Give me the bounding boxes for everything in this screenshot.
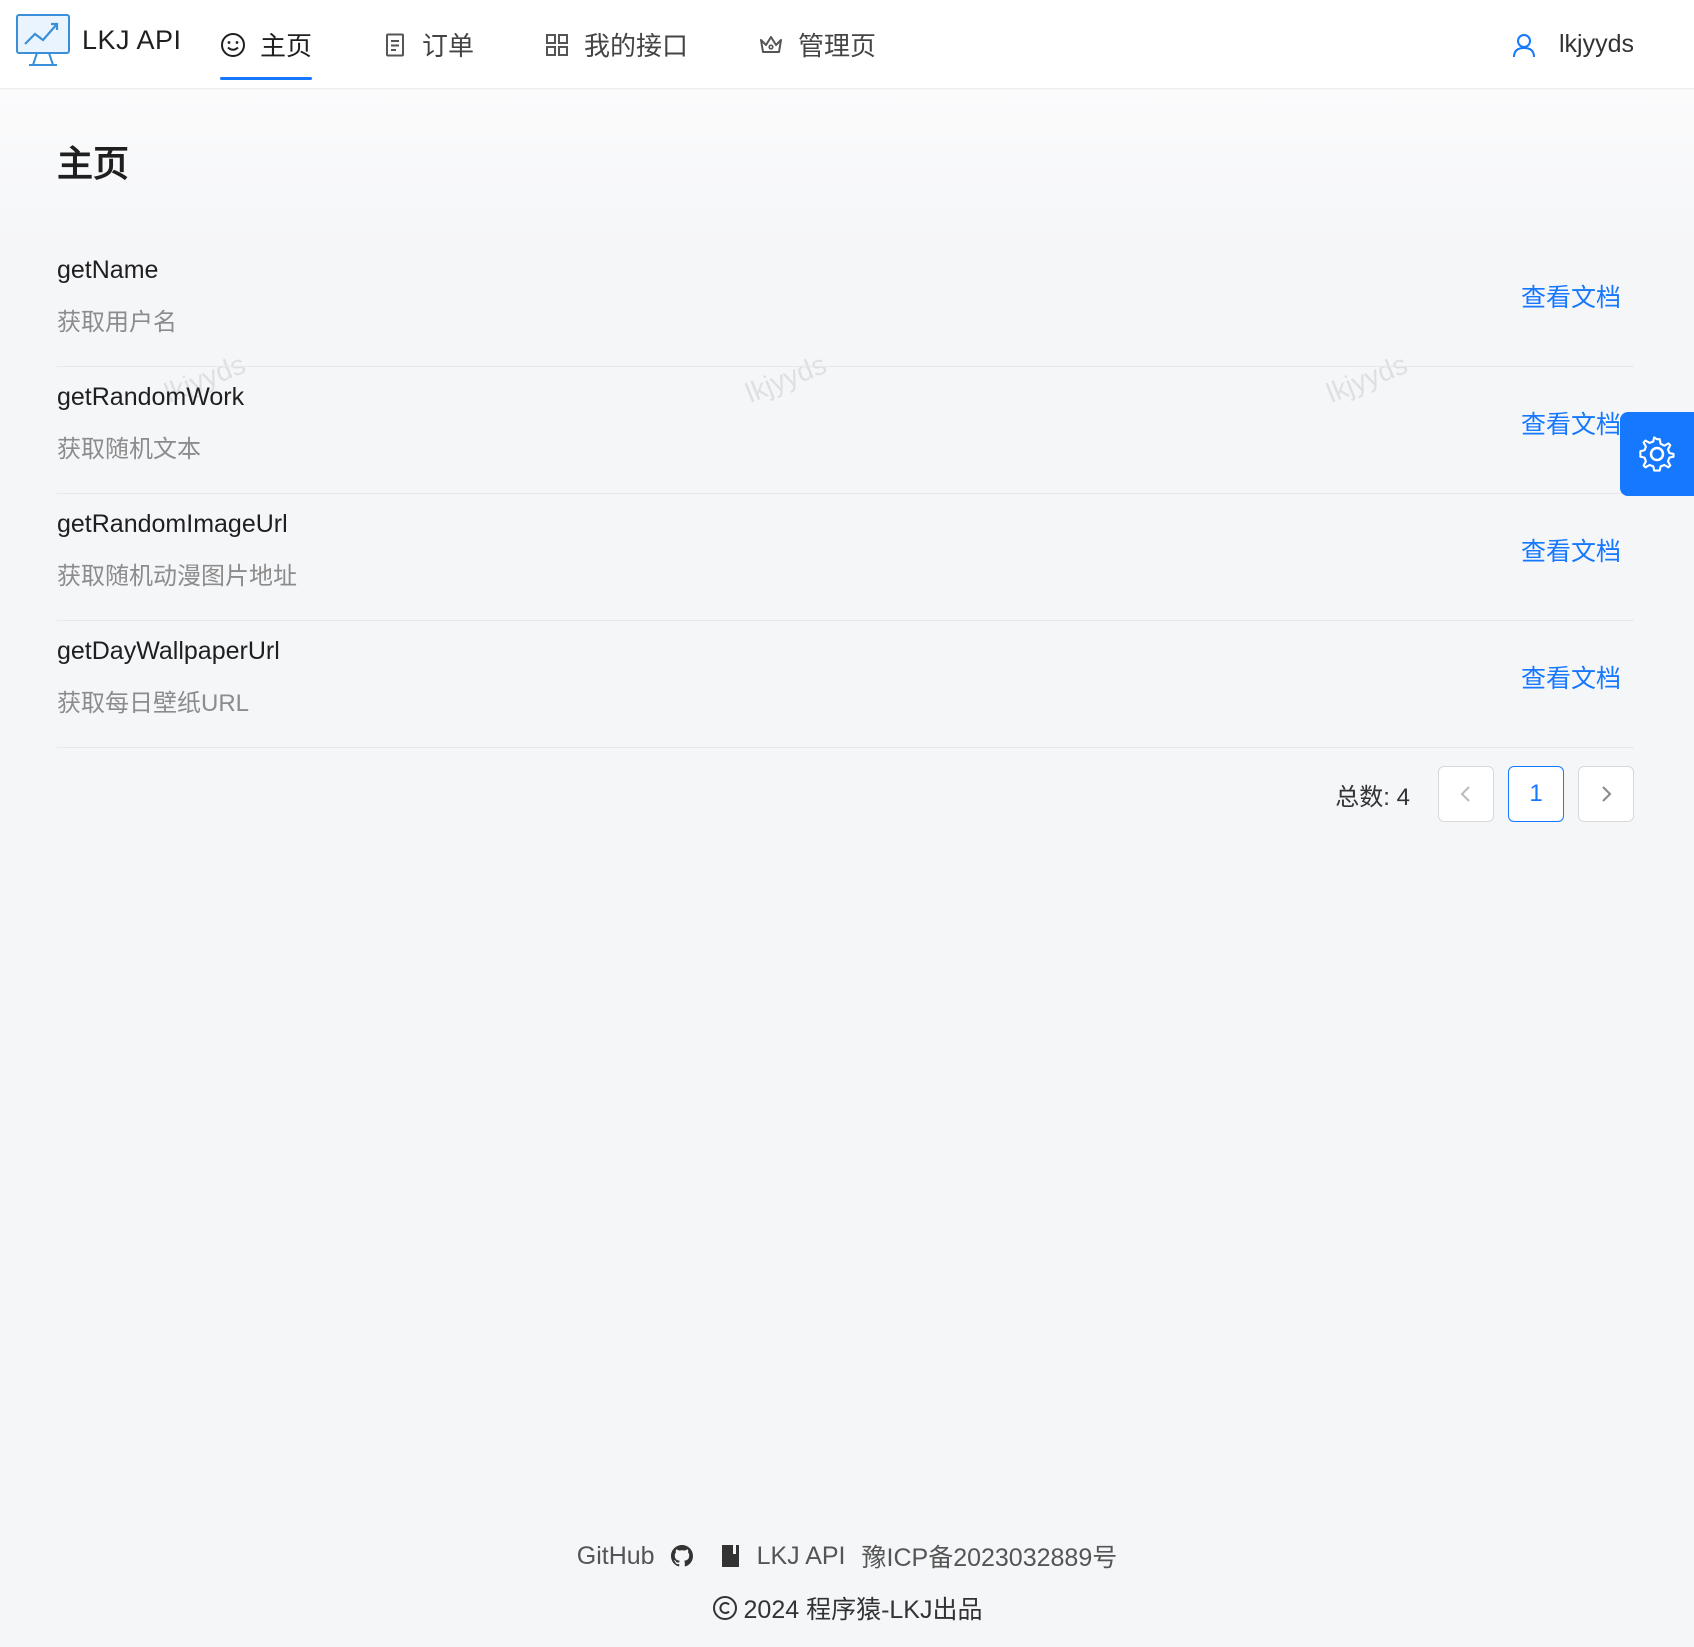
list-item: getDayWallpaperUrl 获取每日壁纸URL 查看文档 <box>57 621 1634 748</box>
smile-icon <box>220 32 246 58</box>
footer-link-label: 豫ICP备2023032889号 <box>861 1544 1118 1572</box>
list-item: getName 获取用户名 查看文档 <box>57 240 1634 367</box>
crown-icon <box>758 32 784 58</box>
footer-link-lkj-api[interactable]: LKJ API <box>711 1542 846 1571</box>
interface-list: getName 获取用户名 查看文档 getRandomWork 获取随机文本 … <box>57 240 1634 748</box>
gear-icon <box>1639 436 1675 472</box>
nav-label: 管理页 <box>798 31 877 61</box>
nav-item-orders[interactable]: 订单 <box>382 0 474 89</box>
appstore-icon <box>544 32 570 58</box>
interface-name: getName <box>57 256 159 284</box>
nav-label: 订单 <box>422 31 475 61</box>
top-navbar: LKJ API 主页 订单 我的接口 管理页 lkjyyds <box>0 0 1694 89</box>
view-docs-link[interactable]: 查看文档 <box>1521 532 1621 568</box>
copyright: 2024 程序猿-LKJ出品 <box>0 1590 1694 1626</box>
logo[interactable]: LKJ API <box>15 12 182 68</box>
prev-page-button[interactable] <box>1438 766 1494 822</box>
interface-name: getDayWallpaperUrl <box>57 637 280 665</box>
user-name: lkjyyds <box>1558 30 1634 58</box>
footer-links: GitHub LKJ API 豫ICP备2023032889号 <box>0 1538 1694 1574</box>
page-title: 主页 <box>57 143 130 184</box>
logo-text: LKJ API <box>82 24 182 55</box>
view-docs-link[interactable]: 查看文档 <box>1521 405 1621 441</box>
list-item: getRandomImageUrl 获取随机动漫图片地址 查看文档 <box>57 494 1634 621</box>
interface-desc: 获取每日壁纸URL <box>57 690 250 717</box>
main-content: 主页 lkjyyds lkjyyds lkjyyds getName 获取用户名… <box>0 90 1694 1510</box>
interface-name: getRandomImageUrl <box>57 510 288 538</box>
view-docs-link[interactable]: 查看文档 <box>1521 278 1621 314</box>
footer: GitHub LKJ API 豫ICP备2023032889号 2024 程序猿… <box>0 1510 1694 1647</box>
total-label: 总数: <box>1335 783 1390 811</box>
chevron-right-icon <box>1602 786 1612 802</box>
total-count: 总数: 4 <box>1335 777 1410 812</box>
monitor-chart-logo-icon <box>16 14 70 66</box>
interface-desc: 获取用户名 <box>57 309 177 336</box>
nav-label: 我的接口 <box>584 31 689 61</box>
footer-link-label: GitHub <box>576 1541 655 1570</box>
view-docs-link[interactable]: 查看文档 <box>1521 659 1621 695</box>
nav-item-admin[interactable]: 管理页 <box>758 0 876 89</box>
file-text-icon <box>382 32 408 58</box>
copyright-icon <box>712 1596 737 1620</box>
nav-item-home[interactable]: 主页 <box>220 0 313 89</box>
interface-desc: 获取随机文本 <box>57 436 201 463</box>
footer-link-label: LKJ API <box>756 1541 846 1570</box>
interface-desc: 获取随机动漫图片地址 <box>57 563 297 590</box>
page-number-button[interactable]: 1 <box>1508 766 1564 822</box>
user-icon <box>1511 32 1537 58</box>
github-icon <box>670 1545 693 1567</box>
list-item: getRandomWork 获取随机文本 查看文档 <box>57 367 1634 494</box>
footer-link-github[interactable]: GitHub <box>577 1542 695 1571</box>
nav-item-my-interfaces[interactable]: 我的接口 <box>544 0 688 89</box>
main-nav: 主页 订单 我的接口 管理页 <box>220 0 946 89</box>
nav-label: 主页 <box>260 31 313 61</box>
chevron-left-icon <box>1460 786 1470 802</box>
user-menu[interactable]: lkjyyds <box>1511 0 1634 89</box>
footer-link-icp[interactable]: 豫ICP备2023032889号 <box>862 1538 1118 1574</box>
copyright-text: 2024 程序猿-LKJ出品 <box>743 1596 983 1624</box>
settings-drawer-button[interactable] <box>1620 412 1694 496</box>
book-icon <box>721 1545 739 1567</box>
pagination: 总数: 4 1 <box>1335 766 1634 822</box>
next-page-button[interactable] <box>1578 766 1634 822</box>
total-value: 4 <box>1396 783 1410 811</box>
interface-name: getRandomWork <box>57 383 245 411</box>
